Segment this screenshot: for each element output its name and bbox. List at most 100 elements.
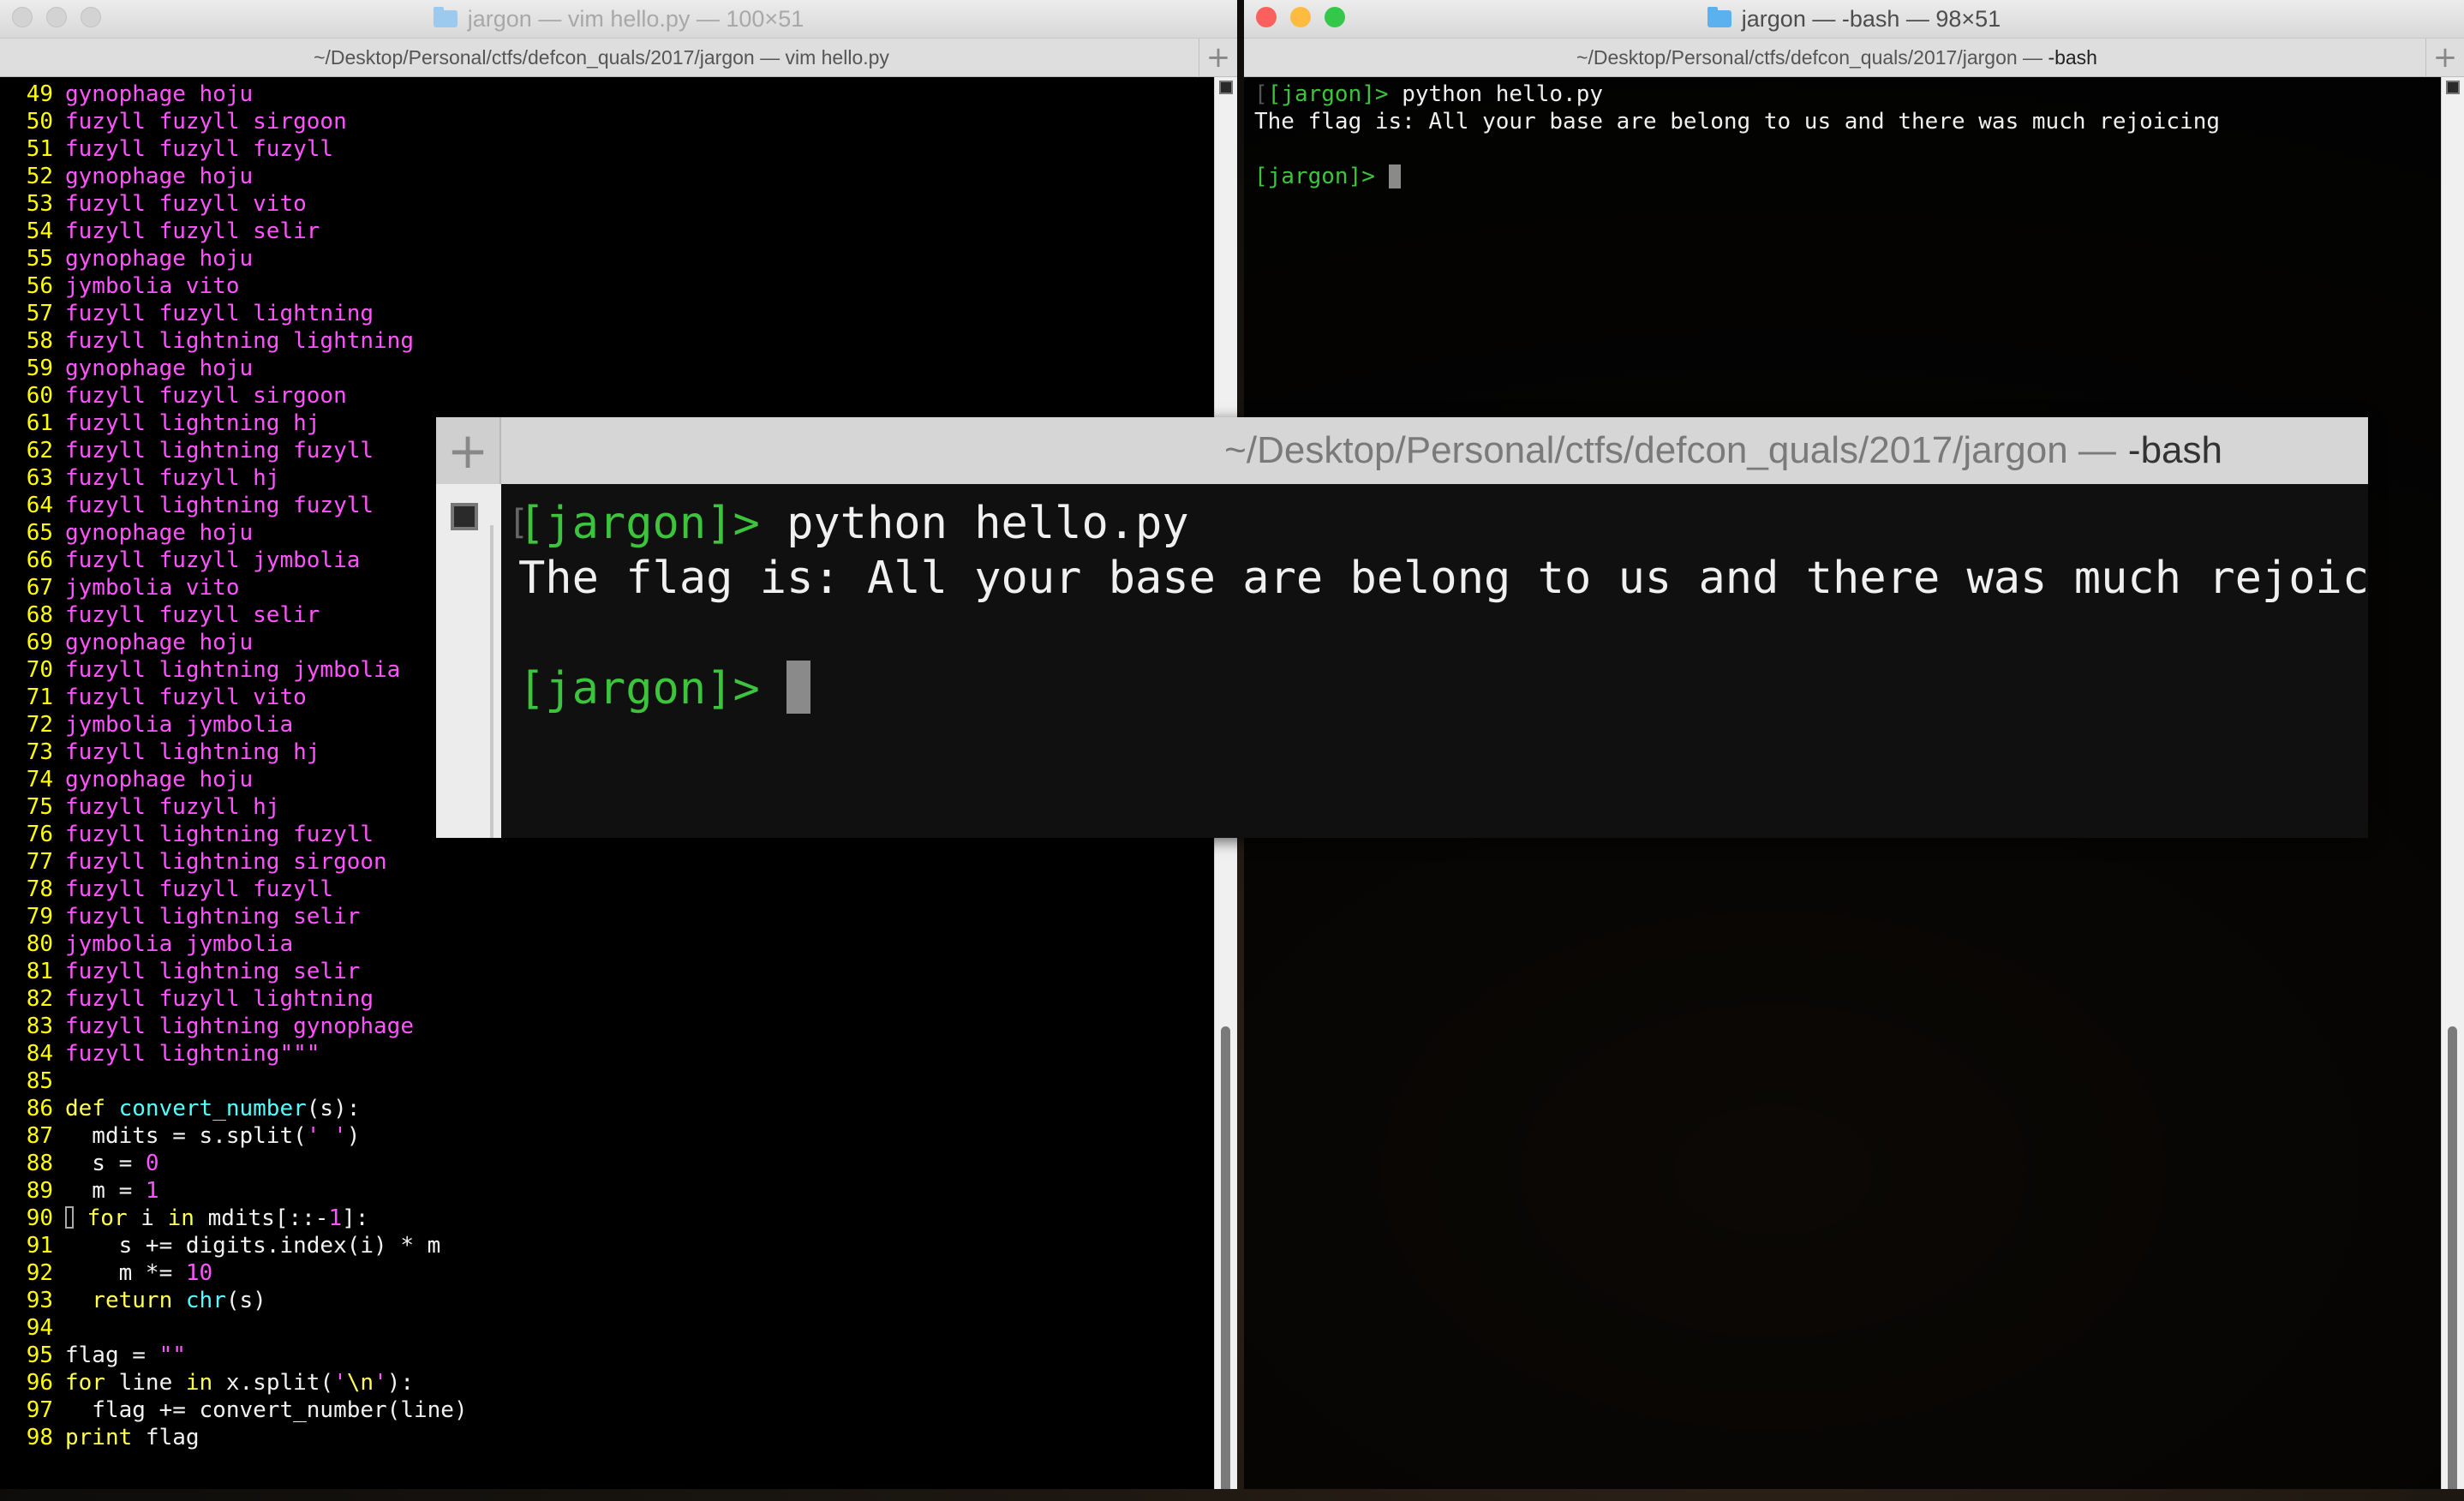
scrollbar[interactable] [2441, 77, 2464, 1489]
code-token: fuzyll lightning""" [65, 1041, 320, 1067]
code-token: x.split( [225, 1370, 334, 1396]
code-line[interactable]: 82 fuzyll fuzyll lightning [12, 985, 468, 1013]
code-line[interactable]: 95 flag = "" [12, 1342, 468, 1369]
scroll-thumb[interactable] [2448, 1026, 2457, 1489]
code-line[interactable]: 73 fuzyll lightning hj [12, 739, 468, 766]
tab-title[interactable]: ~/Desktop/Personal/ctfs/defcon_quals/201… [1244, 46, 2464, 69]
code-line[interactable]: 59 gynophage hoju [12, 355, 468, 382]
code-line[interactable]: 83 fuzyll lightning gynophage [12, 1013, 468, 1040]
folder-icon [433, 7, 458, 27]
code-token: in [167, 1205, 208, 1231]
code-line[interactable]: 75 fuzyll fuzyll hj [12, 793, 468, 821]
code-token: gynophage hoju [65, 356, 254, 381]
code-token: fuzyll lightning jymbolia [65, 657, 401, 683]
code-line[interactable]: 84 fuzyll lightning""" [12, 1040, 468, 1067]
line-number: 95 [26, 1343, 53, 1368]
line-number: 85 [26, 1068, 53, 1094]
code-line[interactable]: 49 gynophage hoju [12, 81, 468, 108]
code-line[interactable]: 93 return chr(s) [12, 1287, 468, 1314]
code-line[interactable]: 85 [12, 1067, 468, 1095]
code-line[interactable]: 72 jymbolia jymbolia [12, 711, 468, 739]
code-token: fuzyll lightning sirgoon [65, 849, 387, 875]
code-line[interactable]: 96 for line in x.split('\n'): [12, 1369, 468, 1396]
code-line[interactable]: 76 fuzyll lightning fuzyll [12, 821, 468, 848]
code-token: fuzyll fuzyll fuzyll [65, 876, 334, 902]
code-line[interactable]: 63 fuzyll fuzyll hj [12, 464, 468, 492]
code-line[interactable]: 60 fuzyll fuzyll sirgoon [12, 382, 468, 410]
code-line[interactable]: 51 fuzyll fuzyll fuzyll [12, 135, 468, 163]
code-line[interactable]: 92 m *= 10 [12, 1259, 468, 1287]
line-number: 58 [26, 328, 53, 354]
close-button[interactable] [12, 7, 33, 27]
code-token: s += digits.index(i) * m [65, 1233, 441, 1259]
code-line[interactable]: 87 mdits = s.split(' ') [12, 1122, 468, 1150]
code-line[interactable]: 53 fuzyll fuzyll vito [12, 190, 468, 218]
new-tab-button[interactable]: + [2425, 39, 2464, 76]
tab-bar: ~/Desktop/Personal/ctfs/defcon_quals/201… [0, 39, 1237, 77]
code-line[interactable]: 57 fuzyll fuzyll lightning [12, 300, 468, 327]
code-line[interactable]: 66 fuzyll fuzyll jymbolia [12, 547, 468, 574]
code-line[interactable]: 71 fuzyll fuzyll vito [12, 684, 468, 711]
code-line[interactable]: 68 fuzyll fuzyll selir [12, 601, 468, 629]
vim-buffer[interactable]: 49 gynophage hoju 50 fuzyll fuzyll sirgoon 5… [12, 81, 468, 1451]
scroll-marker-icon [451, 503, 478, 530]
code-token: (s) [225, 1288, 266, 1313]
line-number: 91 [26, 1233, 53, 1259]
zoom-button[interactable] [81, 7, 101, 27]
code-token: \n [346, 1370, 374, 1396]
code-line[interactable]: 55 gynophage hoju [12, 245, 468, 272]
tab-title[interactable]: ~/Desktop/Personal/ctfs/defcon_quals/201… [0, 46, 1237, 69]
code-line[interactable]: 88 s = 0 [12, 1150, 468, 1177]
line-number: 68 [26, 602, 53, 628]
code-token: fuzyll lightning fuzyll [65, 493, 374, 518]
code-line[interactable]: 98 print flag [12, 1424, 468, 1451]
code-token: print [65, 1425, 146, 1450]
code-line[interactable]: 52 gynophage hoju [12, 163, 468, 190]
code-line[interactable]: 54 fuzyll fuzyll selir [12, 218, 468, 245]
title-bar[interactable]: jargon — -bash — 98×51 [1244, 0, 2464, 39]
title-bar[interactable]: jargon — vim hello.py — 100×51 [0, 0, 1237, 39]
code-line[interactable]: 50 fuzyll fuzyll sirgoon [12, 108, 468, 135]
new-tab-button[interactable]: + [436, 417, 501, 484]
code-line[interactable]: 58 fuzyll lightning lightning [12, 327, 468, 355]
line-number: 80 [26, 931, 53, 957]
scroll-thumb[interactable] [1221, 1026, 1230, 1489]
line-number: 61 [26, 410, 53, 436]
code-line[interactable]: 65 gynophage hoju [12, 519, 468, 547]
line-number: 93 [26, 1288, 53, 1313]
code-line[interactable]: 70 fuzyll lightning jymbolia [12, 656, 468, 684]
close-button[interactable] [1256, 7, 1277, 27]
code-line[interactable]: 89 m = 1 [12, 1177, 468, 1205]
minimize-button[interactable] [46, 7, 67, 27]
line-number: 49 [26, 81, 53, 107]
code-line[interactable]: 80 jymbolia jymbolia [12, 930, 468, 958]
code-line[interactable]: 90 for i in mdits[::-1]: [12, 1205, 468, 1232]
code-line[interactable]: 86 def convert_number(s): [12, 1095, 468, 1122]
new-tab-button[interactable]: + [1199, 39, 1237, 76]
code-line[interactable]: 97 flag += convert_number(line) [12, 1396, 468, 1424]
minimize-button[interactable] [1290, 7, 1311, 27]
code-line[interactable]: 91 s += digits.index(i) * m [12, 1232, 468, 1259]
code-line[interactable]: 78 fuzyll fuzyll fuzyll [12, 876, 468, 903]
code-line[interactable]: 81 fuzyll lightning selir [12, 958, 468, 985]
code-line[interactable]: 64 fuzyll lightning fuzyll [12, 492, 468, 519]
line-number: 63 [26, 465, 53, 491]
code-line[interactable]: 94 [12, 1314, 468, 1342]
line-number: 52 [26, 164, 53, 189]
window-title: jargon — vim hello.py — 100×51 [467, 5, 804, 32]
code-line[interactable]: 62 fuzyll lightning fuzyll [12, 437, 468, 464]
code-line[interactable]: 67 jymbolia vito [12, 574, 468, 601]
code-line[interactable]: 61 fuzyll lightning hj [12, 410, 468, 437]
code-line[interactable]: 69 gynophage hoju [12, 629, 468, 656]
code-line[interactable]: 74 gynophage hoju [12, 766, 468, 793]
terminal-output[interactable]: [[jargon]> python hello.py The flag is: … [1254, 81, 2220, 190]
code-line[interactable]: 79 fuzyll lightning selir [12, 903, 468, 930]
code-line[interactable]: 56 jymbolia vito [12, 272, 468, 300]
code-token: fuzyll lightning lightning [65, 328, 414, 354]
code-token: (s): [306, 1096, 361, 1121]
line-number: 54 [26, 218, 53, 244]
zoom-button[interactable] [1325, 7, 1345, 27]
flag-output: The flag is: All your base are belong to… [1254, 109, 2221, 135]
code-token: fuzyll lightning hj [65, 410, 320, 436]
code-line[interactable]: 77 fuzyll lightning sirgoon [12, 848, 468, 876]
